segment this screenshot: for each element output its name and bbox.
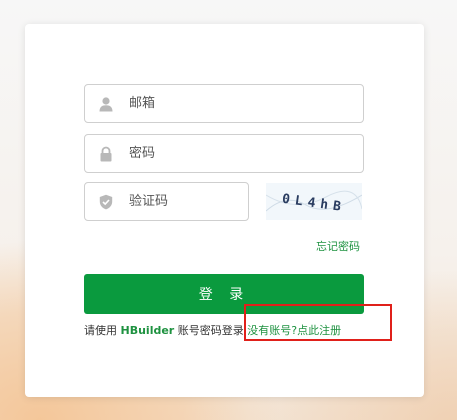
captcha-image[interactable]: 0L4hB bbox=[266, 183, 362, 220]
hint-middle: 账号密码登录 bbox=[174, 324, 248, 337]
email-field[interactable] bbox=[84, 84, 364, 123]
password-input[interactable] bbox=[129, 135, 329, 172]
hint-prefix: 请使用 bbox=[84, 324, 121, 337]
lock-icon bbox=[100, 146, 112, 162]
forgot-password-link[interactable]: 忘记密码 bbox=[316, 238, 360, 254]
email-input[interactable] bbox=[129, 85, 329, 122]
password-field[interactable] bbox=[84, 134, 364, 173]
hint-brand: HBuilder bbox=[120, 324, 175, 337]
captcha-field[interactable] bbox=[84, 182, 249, 221]
annotation-highlight-box bbox=[244, 304, 392, 341]
captcha-input[interactable] bbox=[129, 183, 239, 220]
shield-icon bbox=[99, 194, 113, 210]
captcha-text: 0L4hB bbox=[281, 192, 347, 216]
user-icon bbox=[99, 97, 113, 112]
